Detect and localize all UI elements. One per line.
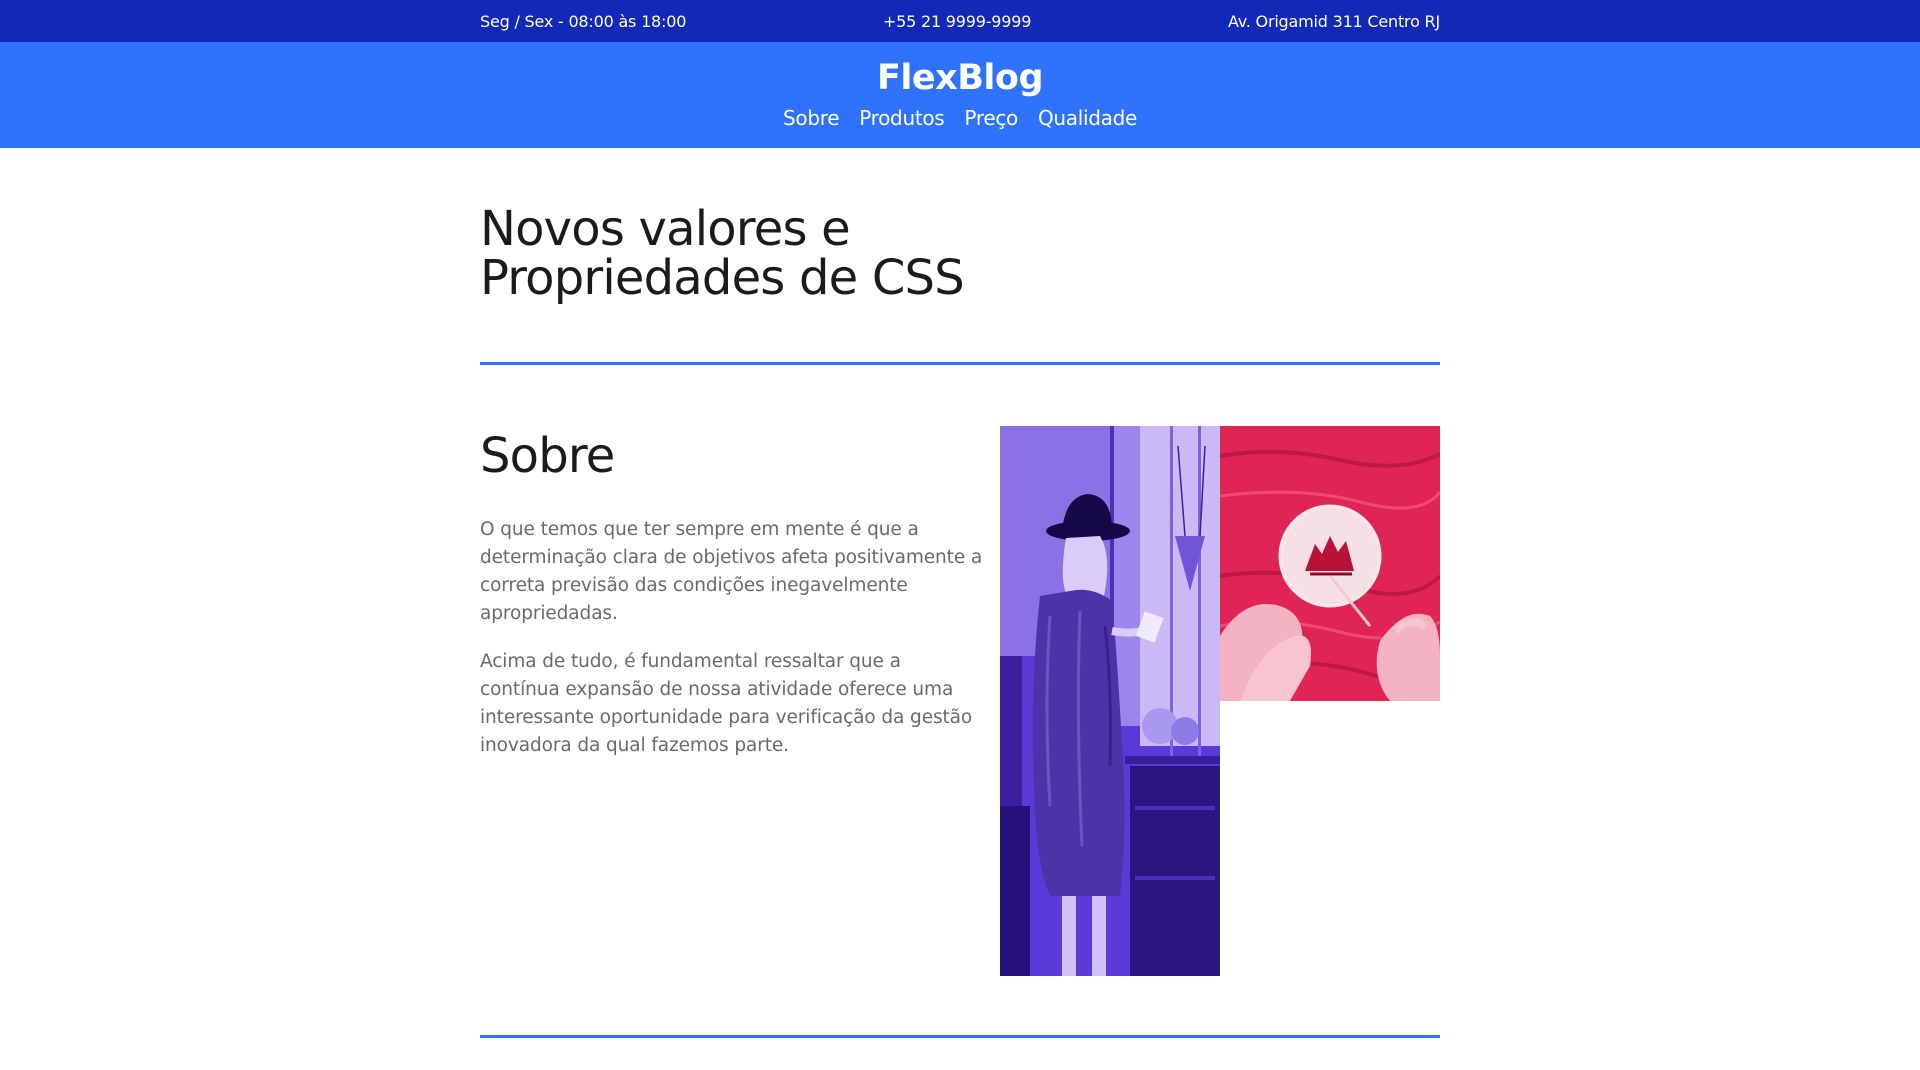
nav-link-produtos[interactable]: Produtos	[859, 106, 945, 130]
phone-number[interactable]: +55 21 9999-9999	[883, 12, 1032, 31]
about-paragraph-2: Acima de tudo, é fundamental ressaltar q…	[480, 651, 973, 756]
page-title-line-2: Propriedades de CSS	[480, 250, 965, 306]
nav-link-preco[interactable]: Preço	[964, 106, 1018, 130]
nav-link-sobre[interactable]: Sobre	[783, 106, 840, 130]
business-hours: Seg / Sex - 08:00 às 18:00	[480, 11, 687, 31]
section-divider	[480, 362, 1440, 365]
page-title: Novos valores e Propriedades de CSS	[480, 205, 1080, 303]
about-paragraph-1: O que temos que ter sempre em mente é qu…	[480, 519, 983, 624]
nav-link-qualidade[interactable]: Qualidade	[1038, 106, 1137, 130]
woman-at-window-photo	[1000, 426, 1220, 976]
address: Av. Origamid 311 Centro RJ	[1227, 11, 1440, 31]
site-logo[interactable]: FlexBlog	[0, 58, 1920, 98]
about-title: Sobre	[480, 428, 615, 484]
main-nav: Sobre Produtos Preço Qualidade	[0, 106, 1920, 130]
page-title-line-1: Novos valores e	[480, 201, 851, 257]
section-divider-bottom	[480, 1035, 1440, 1038]
top-info-bar: Seg / Sex - 08:00 às 18:00 +55 21 9999-9…	[0, 0, 1920, 42]
embroidery-hoop-photo	[1220, 426, 1440, 701]
site-header: FlexBlog Sobre Produtos Preço Qualidade	[0, 42, 1920, 148]
